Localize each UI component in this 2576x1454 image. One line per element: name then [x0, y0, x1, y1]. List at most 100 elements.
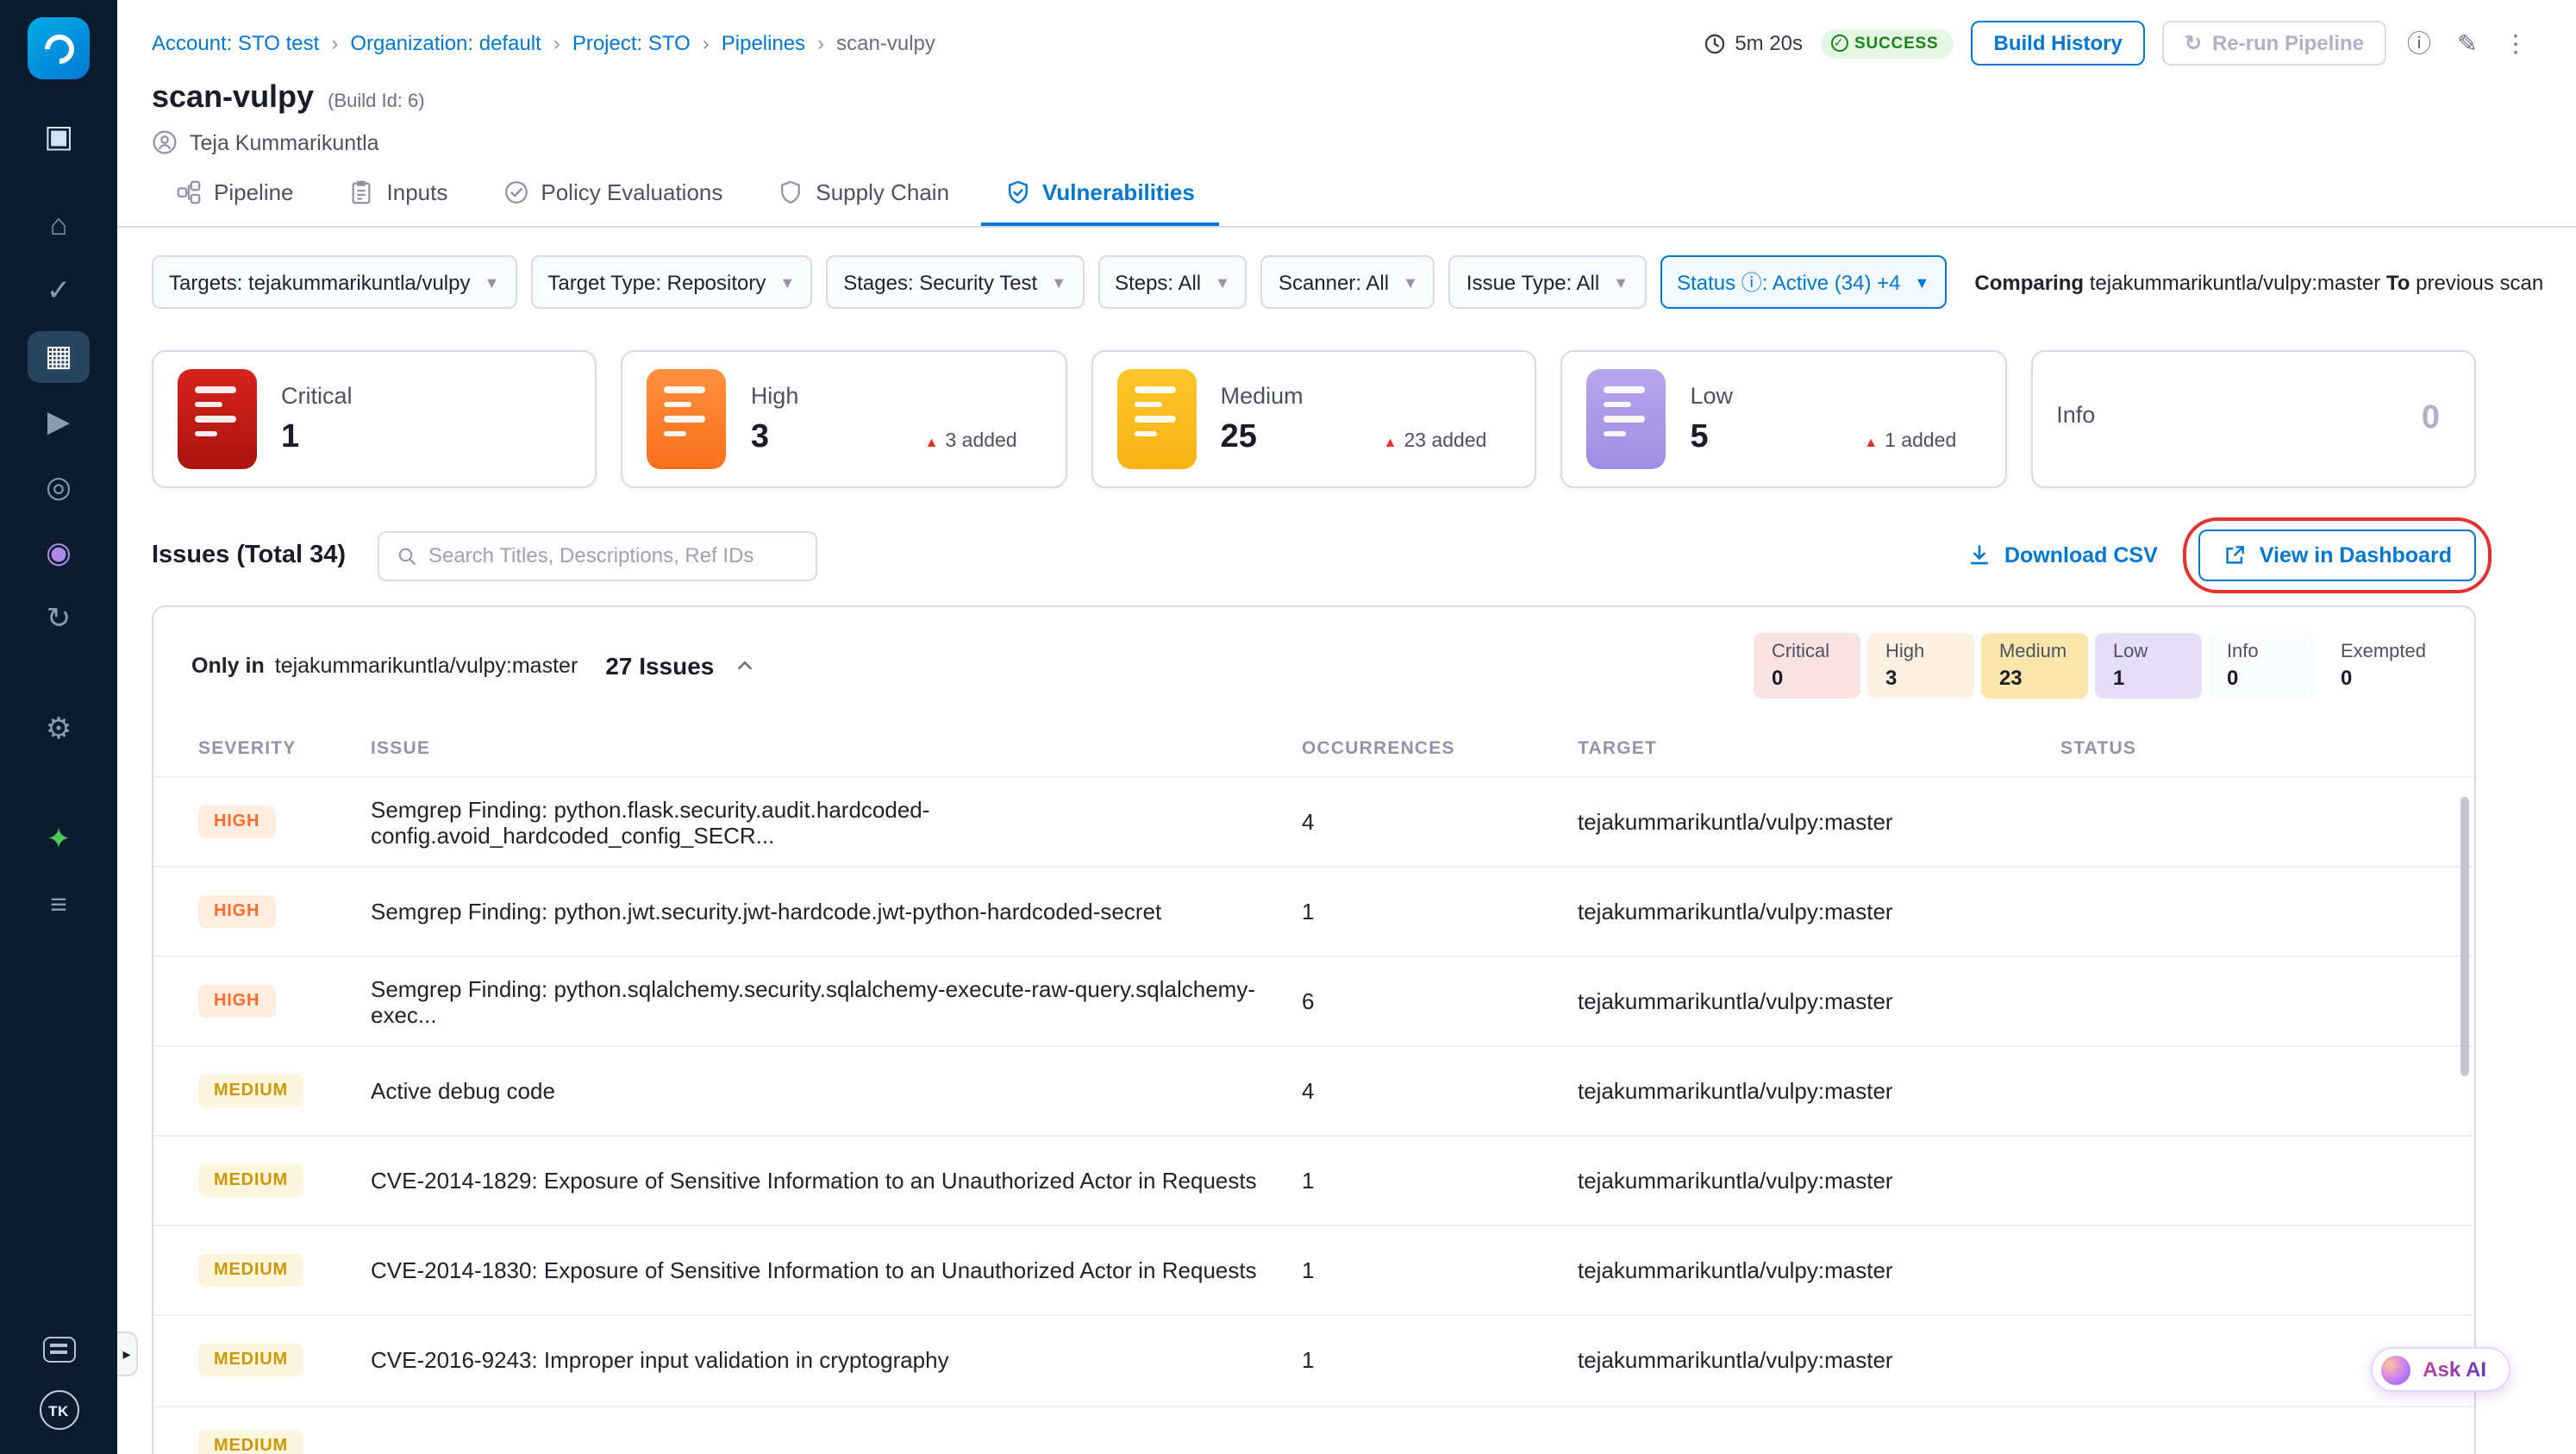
app-root: ▣ ⌂ ✓ ▦ ▶ ◎ ◉ ↻ ⚙ ✦ ≡ TK Account: STO te…: [0, 0, 2576, 1454]
severity-card: Low 5 ▲ 1 added: [1560, 350, 2007, 488]
status-cell: [2060, 866, 2474, 956]
deployments-target-icon[interactable]: ◎: [28, 462, 90, 514]
rollback-icon[interactable]: ↻: [28, 593, 90, 645]
search-input[interactable]: [428, 543, 798, 567]
column-header: TARGET: [1578, 738, 1657, 759]
issue-title-cell[interactable]: CVE-2014-1829: Exposure of Sensitive Inf…: [371, 1135, 1302, 1225]
tab-pipeline[interactable]: Pipeline: [152, 166, 318, 226]
table-row[interactable]: HIGH Semgrep Finding: python.flask.secur…: [153, 776, 2474, 867]
clock-icon: [1705, 33, 1725, 53]
content: Targets: tejakummarikuntla/vulpy ▼ Targe…: [117, 228, 2576, 1454]
issue-title-cell[interactable]: Active debug code: [371, 1045, 1302, 1136]
issue-title-cell[interactable]: Semgrep Finding: python.sqlalchemy.secur…: [371, 956, 1302, 1046]
up-arrow-icon: ▲: [1864, 434, 1879, 449]
page-title: scan-vulpy: [152, 79, 315, 114]
table-row[interactable]: HIGH Semgrep Finding: python.jwt.securit…: [153, 866, 2474, 956]
group-target: tejakummarikuntla/vulpy:master: [274, 654, 578, 678]
filter-dropdown[interactable]: Stages: Security Test ▼: [826, 255, 1085, 309]
pipelines-icon[interactable]: ▦: [28, 331, 90, 383]
breadcrumb-item[interactable]: Organization: default: [319, 31, 541, 55]
tab-supply-chain[interactable]: Supply Chain: [753, 166, 973, 226]
table-row[interactable]: MEDIUM Active debug code 4 tejakummariku…: [153, 1045, 2474, 1136]
org-structure-icon[interactable]: ≡: [28, 880, 90, 931]
builds-check-icon[interactable]: ✓: [28, 266, 90, 317]
check-circle-icon: ✓: [1830, 34, 1848, 52]
breadcrumb-item[interactable]: scan-vulpy: [805, 31, 935, 55]
severity-card: High 3 ▲ 3 added: [621, 350, 1067, 488]
sidebar-bottom: TK: [39, 1337, 78, 1454]
severity-chip[interactable]: Low 1: [2095, 633, 2203, 699]
collapse-chevron-icon[interactable]: [735, 655, 755, 676]
breadcrumb-item[interactable]: Account: STO test: [152, 31, 319, 55]
breadcrumb-item[interactable]: Project: STO: [541, 31, 691, 55]
table-row[interactable]: HIGH Semgrep Finding: python.sqlalchemy.…: [153, 956, 2474, 1046]
build-history-button[interactable]: Build History: [1971, 21, 2145, 66]
table-row[interactable]: MEDIUM CVE-2014-1829: Exposure of Sensit…: [153, 1135, 2474, 1225]
severity-card: Critical 1: [152, 350, 597, 488]
download-csv-button[interactable]: Download CSV: [1968, 543, 2158, 567]
target-cell: tejakummarikuntla/vulpy:master: [1578, 956, 2060, 1046]
severity-card-icon: [1586, 369, 1666, 469]
table-row[interactable]: MEDIUM CVE-2016-9243: Improper input val…: [153, 1314, 2474, 1405]
kebab-menu-icon[interactable]: ⋮: [2500, 28, 2531, 58]
breadcrumb: Account: STO testOrganization: defaultPr…: [152, 31, 935, 55]
status-cell: [2060, 1045, 2474, 1136]
chevron-down-icon: ▼: [1914, 273, 1930, 291]
settings-gear-icon[interactable]: ⚙: [28, 704, 90, 755]
security-tests-icon[interactable]: ◉: [28, 528, 90, 580]
severity-chip[interactable]: Info 0: [2209, 633, 2317, 699]
user-avatar[interactable]: TK: [39, 1390, 78, 1430]
filter-dropdown[interactable]: Steps: All ▼: [1097, 255, 1247, 309]
scrollbar-thumb[interactable]: [2460, 797, 2469, 1076]
harness-logo-mark: [37, 27, 80, 70]
rerun-pipeline-button[interactable]: ↻ Re-run Pipeline: [2161, 21, 2386, 66]
filter-dropdown[interactable]: Scanner: All ▼: [1260, 255, 1435, 309]
filter-dropdown[interactable]: Target Type: Repository ▼: [530, 255, 813, 309]
chat-icon[interactable]: [42, 1337, 75, 1363]
author-name: Teja Kummarikuntla: [190, 130, 379, 154]
severity-chip[interactable]: Medium 23: [1981, 633, 2089, 699]
cloud-costs-icon[interactable]: ✦: [28, 814, 90, 866]
home-icon[interactable]: ⌂: [28, 200, 90, 252]
severity-chip[interactable]: Exempted 0: [2323, 633, 2443, 699]
filter-dropdown[interactable]: Targets: tejakummarikuntla/vulpy ▼: [152, 255, 517, 309]
info-icon[interactable]: ⓘ: [2404, 26, 2435, 60]
partial-table-row[interactable]: MEDIUM: [153, 1405, 2474, 1454]
edit-pencil-icon[interactable]: ✎: [2452, 28, 2483, 58]
issue-title-cell[interactable]: CVE-2014-1830: Exposure of Sensitive Inf…: [371, 1225, 1302, 1315]
issues-search[interactable]: [377, 530, 817, 580]
issue-title-cell[interactable]: CVE-2016-9243: Improper input validation…: [371, 1314, 1302, 1405]
tab-inputs[interactable]: Inputs: [325, 166, 472, 226]
tab-vulnerabilities[interactable]: Vulnerabilities: [980, 166, 1219, 226]
modules-cube-icon[interactable]: ▣: [28, 110, 90, 162]
severity-card-label: Low: [1690, 382, 1733, 408]
tab-policy-evaluations[interactable]: Policy Evaluations: [478, 166, 747, 226]
view-in-dashboard-button[interactable]: View in Dashboard: [2198, 530, 2476, 581]
issue-title-cell[interactable]: Semgrep Finding: python.jwt.security.jwt…: [371, 866, 1302, 956]
up-arrow-icon: ▲: [924, 434, 939, 449]
ask-ai-button[interactable]: Ask AI: [2371, 1347, 2510, 1392]
severity-chip[interactable]: Critical 0: [1754, 633, 1861, 699]
status-cell: [2060, 956, 2474, 1046]
severity-card-added: ▲ 1 added: [1864, 431, 1957, 452]
filter-dropdown[interactable]: Issue Type: All ▼: [1448, 255, 1647, 309]
breadcrumb-item[interactable]: Pipelines: [691, 31, 805, 55]
tab-bar: Pipeline Inputs Policy Evaluations Suppl…: [117, 155, 2576, 228]
severity-chip[interactable]: High 3: [1867, 633, 1975, 699]
issue-title-cell[interactable]: Semgrep Finding: python.flask.security.a…: [371, 776, 1302, 867]
occurrences-cell: 4: [1302, 776, 1578, 867]
table-row[interactable]: MEDIUM CVE-2014-1830: Exposure of Sensit…: [153, 1225, 2474, 1315]
severity-card: Medium 25 ▲ 23 added: [1091, 350, 1537, 488]
severity-card-value: 5: [1690, 418, 1709, 454]
harness-logo[interactable]: [28, 17, 90, 79]
filters-row: Targets: tejakummarikuntla/vulpy ▼ Targe…: [117, 228, 2576, 309]
filter-dropdown[interactable]: Status ⓘ: Active (34) +4 ▼: [1660, 255, 1948, 309]
panel-expander[interactable]: ▸: [117, 1332, 138, 1376]
issues-header: Issues (Total 34) Download CSV: [117, 488, 2576, 593]
severity-card-label: High: [750, 382, 799, 408]
sidebar: ▣ ⌂ ✓ ▦ ▶ ◎ ◉ ↻ ⚙ ✦ ≡ TK: [0, 0, 117, 1454]
severity-badge: MEDIUM: [198, 1075, 303, 1107]
severity-card-icon: [178, 369, 257, 469]
executions-icon[interactable]: ▶: [28, 397, 90, 448]
external-link-icon: [2227, 546, 2245, 564]
